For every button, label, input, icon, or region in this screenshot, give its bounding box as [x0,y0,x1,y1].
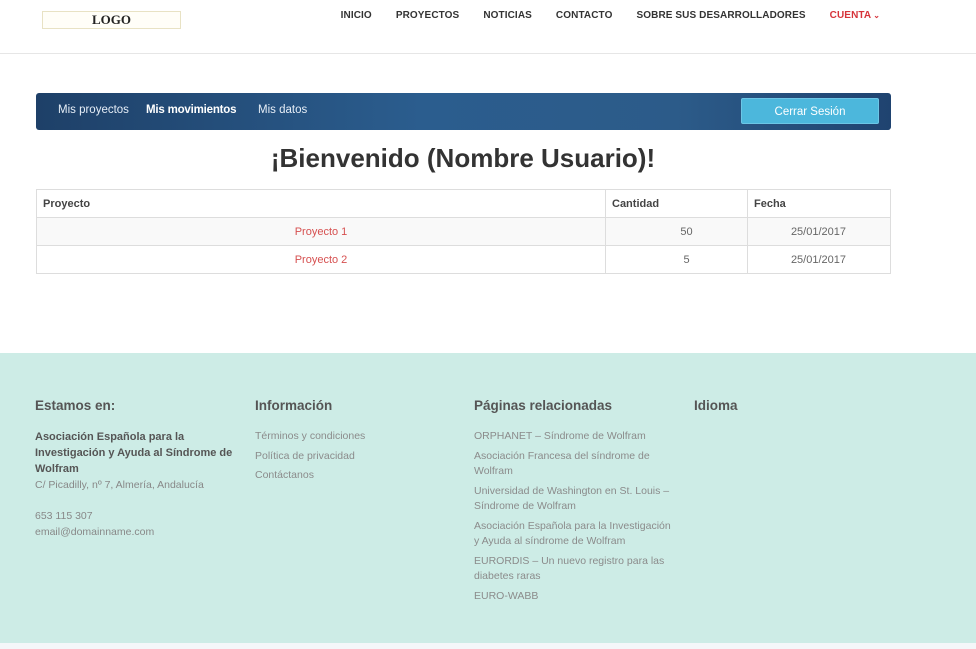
cantidad-cell: 50 [605,217,748,246]
nav-inicio[interactable]: INICIO [341,10,372,21]
column-header-fecha: Fecha [747,189,891,218]
movements-table: Proyecto Cantidad Fecha Proyecto 1 50 25… [36,189,891,274]
footer-col-info: Información Términos y condiciones Polít… [255,398,460,488]
link-related-orphanet[interactable]: ORPHANET – Síndrome de Wolfram [474,429,674,445]
phone: 653 115 307 [35,510,93,522]
project-link[interactable]: Proyecto 1 [36,217,606,246]
page-title: ¡Bienvenido (Nombre Usuario)! [270,143,656,173]
nav-cuenta-label: CUENTA [829,10,872,21]
table-row: Proyecto 1 50 25/01/2017 [36,217,891,246]
nav-cuenta[interactable]: CUENTA ⌄ [830,10,880,21]
column-header-cantidad: Cantidad [605,189,748,218]
link-privacidad[interactable]: Política de privacidad [255,449,460,465]
footer-title-related: Páginas relacionadas [474,398,613,413]
table-header-row: Proyecto Cantidad Fecha [36,189,891,218]
link-terminos[interactable]: Términos y condiciones [255,429,460,445]
link-related-washington[interactable]: Universidad de Washington en St. Louis –… [474,484,674,515]
nav-proyectos[interactable]: PROYECTOS [396,10,460,21]
footer-col-related: Páginas relacionadas ORPHANET – Síndrome… [474,398,674,608]
cantidad-cell: 5 [605,245,748,274]
tab-mis-movimientos[interactable]: Mis movimientos [146,104,237,116]
bottom-strip [0,643,976,649]
nav-sobre-desarrolladores[interactable]: SOBRE SUS DESARROLLADORES [636,10,805,21]
site-header: LOGO INICIO PROYECTOS NOTICIAS CONTACTO … [0,0,976,54]
project-link[interactable]: Proyecto 2 [36,245,606,274]
logo[interactable]: LOGO [42,11,181,29]
chevron-down-icon: ⌄ [873,11,880,20]
nav-contacto[interactable]: CONTACTO [556,10,613,21]
link-related-eurordis[interactable]: EURORDIS – Un nuevo registro para las di… [474,554,674,585]
footer-col-language: Idioma [694,398,899,429]
link-related-euro-wabb[interactable]: EURO-WABB [474,589,674,605]
tab-mis-proyectos[interactable]: Mis proyectos [58,104,129,116]
footer-title-location: Estamos en: [35,398,116,413]
link-contactanos[interactable]: Contáctanos [255,468,460,484]
link-related-espanola[interactable]: Asociación Española para la Investigació… [474,519,674,550]
table-row: Proyecto 2 5 25/01/2017 [36,245,891,274]
account-bar: Mis proyectos Mis movimientos Mis datos … [36,93,891,130]
link-related-francesa[interactable]: Asociación Francesa del síndrome de Wolf… [474,449,674,480]
address: C/ Picadilly, nº 7, Almería, Andalucía [35,479,204,491]
site-footer: Estamos en: Asociación Española para la … [0,353,976,649]
footer-title-info: Información [255,398,333,413]
column-header-proyecto: Proyecto [36,189,606,218]
email[interactable]: email@domainname.com [35,524,240,540]
main-nav: INICIO PROYECTOS NOTICIAS CONTACTO SOBRE… [317,10,880,21]
fecha-cell: 25/01/2017 [747,245,891,274]
nav-noticias[interactable]: NOTICIAS [483,10,532,21]
fecha-cell: 25/01/2017 [747,217,891,246]
tab-mis-datos[interactable]: Mis datos [258,104,307,116]
footer-title-language: Idioma [694,398,738,413]
org-name: Asociación Española para la Investigació… [35,431,233,475]
logout-button[interactable]: Cerrar Sesión [741,98,879,124]
footer-col-location: Estamos en: Asociación Española para la … [35,398,240,540]
